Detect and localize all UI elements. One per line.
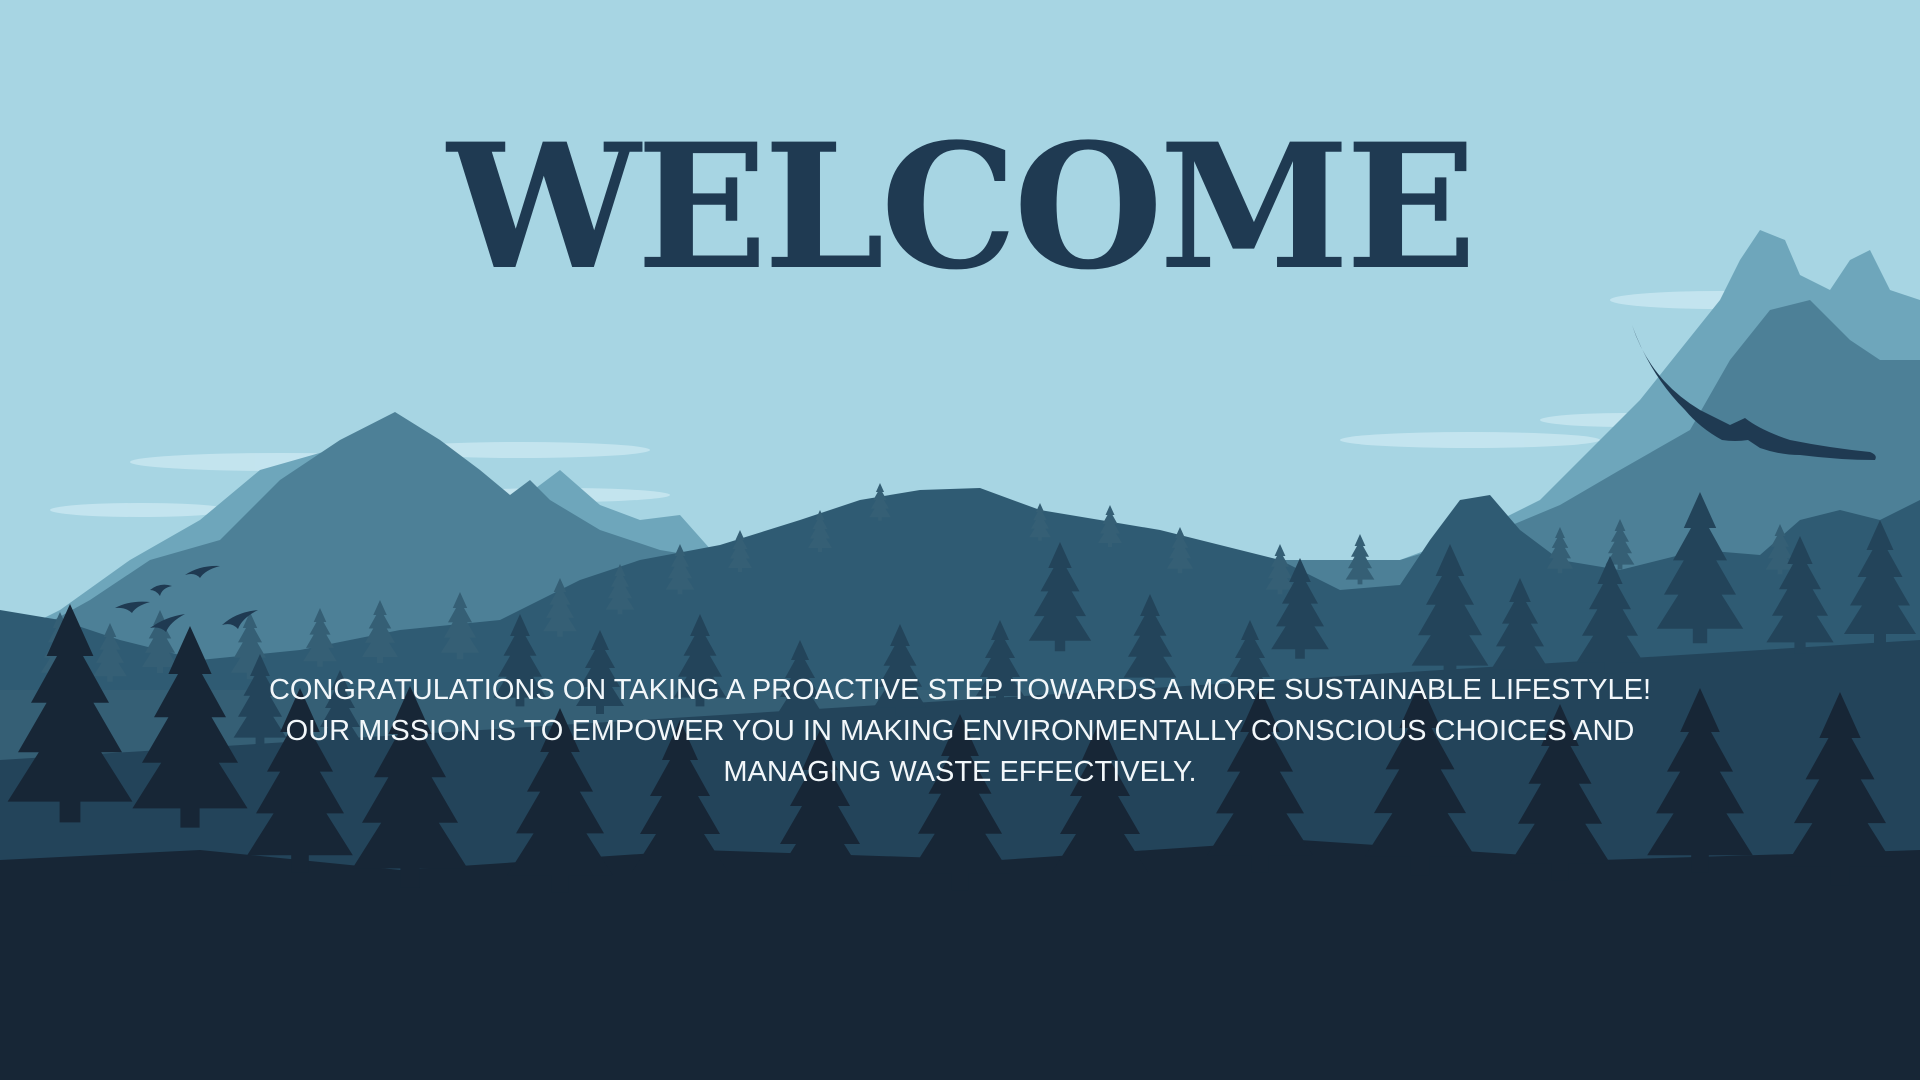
welcome-title: WELCOME (447, 105, 1476, 308)
welcome-message: CONGRATULATIONS ON TAKING A PROACTIVE ST… (260, 670, 1660, 793)
message-line: OUR MISSION IS TO EMPOWER YOU IN MAKING … (285, 715, 1635, 747)
message-line: MANAGING WASTE EFFECTIVELY. (723, 756, 1197, 788)
message-line: CONGRATULATIONS ON TAKING A PROACTIVE ST… (268, 674, 1652, 706)
